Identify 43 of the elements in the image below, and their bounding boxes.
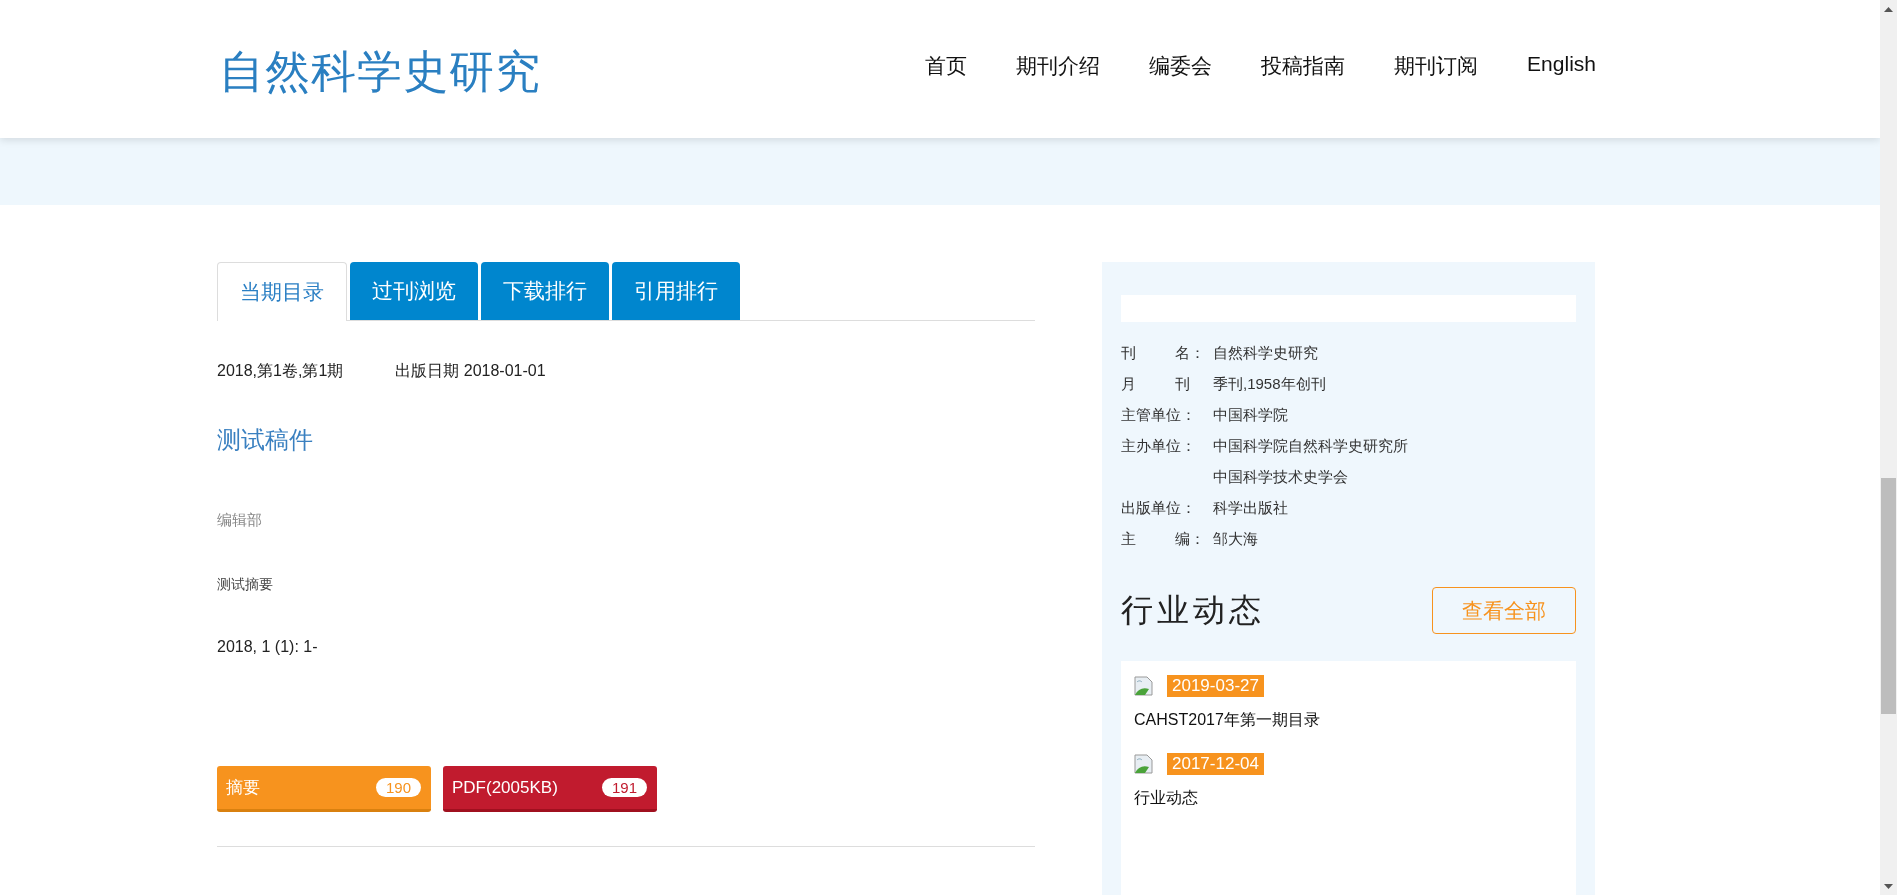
- nav-link[interactable]: English: [1527, 52, 1596, 80]
- issue-volume: 2018,第1卷,第1期: [217, 361, 344, 381]
- info-label: 主办单位：: [1121, 437, 1197, 456]
- info-label: 出版单位：: [1121, 499, 1197, 518]
- tab[interactable]: 当期目录: [217, 262, 347, 321]
- news-title[interactable]: CAHST2017年第一期目录: [1134, 710, 1563, 731]
- nav-link[interactable]: 期刊订阅: [1394, 52, 1479, 80]
- tab[interactable]: 引用排行: [612, 262, 740, 320]
- scrollbar-drawing[interactable]: [1880, 0, 1897, 895]
- article-abstract: 测试摘要: [217, 576, 274, 594]
- news-date: 2019-03-27: [1167, 675, 1264, 697]
- article-title[interactable]: 测试稿件: [217, 424, 1035, 456]
- site-logo[interactable]: 自然科学史研究: [219, 42, 541, 102]
- nav-link[interactable]: 编委会: [1149, 52, 1213, 80]
- tab[interactable]: 过刊浏览: [350, 262, 478, 320]
- article-authors: 编辑部: [217, 511, 263, 530]
- pdf-button[interactable]: PDF(2005KB) 191: [443, 766, 657, 812]
- nav-link[interactable]: 首页: [925, 52, 968, 80]
- news-title[interactable]: 行业动态: [1134, 788, 1563, 809]
- broken-image-icon: [1134, 754, 1154, 774]
- publish-date: 出版日期 2018-01-01: [395, 361, 546, 381]
- info-value: 中国科学院: [1213, 406, 1288, 425]
- button-label: PDF(2005KB): [452, 777, 558, 798]
- tab[interactable]: 下载排行: [481, 262, 609, 320]
- count-badge: 191: [601, 778, 647, 797]
- nav-link[interactable]: 期刊介绍: [1016, 52, 1101, 80]
- info-label: 月 刊: [1121, 375, 1191, 394]
- article-citation: 2018, 1 (1): 1-: [217, 638, 319, 656]
- info-label: 主 编：: [1121, 530, 1206, 549]
- count-badge: 190: [375, 778, 421, 797]
- info-value: 中国科学院自然科学史研究所: [1213, 437, 1408, 456]
- info-value: 邹大海: [1213, 530, 1258, 549]
- info-label: 刊 名：: [1121, 344, 1206, 363]
- info-value: 中国科学技术史学会: [1213, 468, 1349, 487]
- info-label: 主管单位：: [1121, 406, 1197, 425]
- news-date: 2017-12-04: [1167, 753, 1264, 775]
- section-heading: 行业动态: [1121, 589, 1265, 631]
- nav-link[interactable]: 投稿指南: [1261, 52, 1346, 80]
- broken-image-icon: [1134, 676, 1154, 696]
- info-value: 自然科学史研究: [1213, 344, 1318, 363]
- info-value: 科学出版社: [1213, 499, 1288, 518]
- button-label: 摘要: [226, 777, 260, 799]
- info-value: 季刊,1958年创刊: [1213, 375, 1326, 394]
